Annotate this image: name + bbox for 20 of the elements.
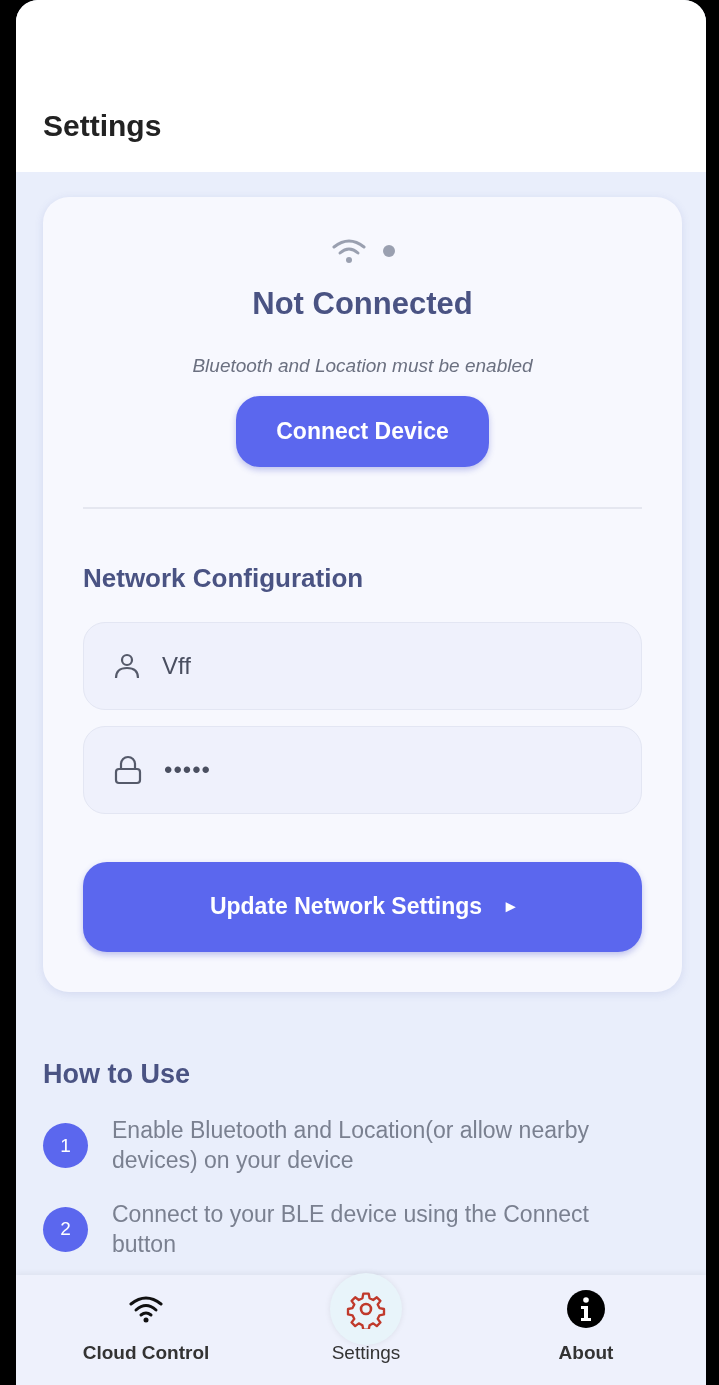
step-text: Enable Bluetooth and Location(or allow nearby devices) on your device [112,1116,590,1175]
connect-device-button[interactable]: Connect Device [236,396,489,467]
update-network-settings-button[interactable]: Update Network Settings ▸ [83,861,642,952]
nav-tab[interactable]: Settings [296,1275,436,1385]
lock-icon [114,754,142,785]
user-icon [114,651,140,680]
password-field[interactable]: ••••• [83,725,642,814]
section-title: How to Use [43,1057,191,1091]
step-text: Connect to your BLE device using the Connect button [112,1199,590,1259]
nav-tab[interactable]: About [516,1275,656,1385]
nav-tab[interactable]: Cloud Control [76,1275,216,1385]
step-number: 2 [43,1207,88,1253]
connection-status: Not Connected [252,285,473,323]
step-number: 1 [43,1123,88,1169]
page-title: Settings [43,108,162,144]
requirement-hint: Bluetooth and Location must be enabled [192,353,533,378]
wifi-icon [330,237,367,265]
section-title: Network Configuration [83,561,365,595]
info-icon [566,1288,606,1329]
username-field[interactable]: Vff [83,621,642,710]
